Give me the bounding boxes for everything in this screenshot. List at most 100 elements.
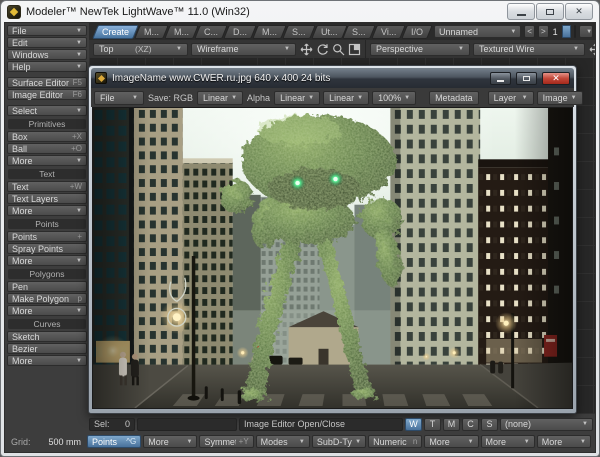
alpha-colorspace-dropdown[interactable]: Linear ▼ bbox=[274, 90, 321, 105]
tab-view[interactable]: Vi... bbox=[370, 24, 406, 39]
box-button[interactable]: Box +X bbox=[7, 131, 87, 142]
points-button[interactable]: Points + bbox=[7, 231, 87, 242]
menu-windows[interactable]: Windows ▼ bbox=[7, 49, 87, 60]
modeler-window: Modeler™ NewTek LightWave™ 11.0 (Win32) … bbox=[0, 0, 600, 457]
tab-modify[interactable]: M... bbox=[134, 24, 169, 39]
more-dropdown-2[interactable]: More ▼ bbox=[424, 435, 479, 448]
chevron-down-icon: ▼ bbox=[76, 207, 82, 214]
tab-map[interactable]: M... bbox=[252, 24, 287, 39]
preset-dropdown[interactable]: (none) ▼ bbox=[500, 417, 593, 431]
restore-button[interactable] bbox=[536, 3, 564, 20]
toggle-wireframe[interactable]: W bbox=[405, 417, 422, 431]
zoom-dropdown[interactable]: 100% ▼ bbox=[372, 90, 417, 105]
tab-detail[interactable]: D... bbox=[223, 24, 257, 39]
numeric-button[interactable]: Numeric n bbox=[368, 435, 423, 448]
zoom-icon[interactable] bbox=[331, 43, 345, 56]
chevron-down-icon: ▼ bbox=[76, 307, 82, 314]
toggle-s[interactable]: S bbox=[481, 417, 498, 431]
toggle-m[interactable]: M bbox=[443, 417, 460, 431]
polygons-more-dropdown[interactable]: More ▼ bbox=[7, 305, 87, 316]
tab-setup[interactable]: S... bbox=[282, 24, 316, 39]
points-more-dropdown[interactable]: More ▼ bbox=[7, 255, 87, 266]
display-colorspace-dropdown[interactable]: Linear ▼ bbox=[323, 90, 370, 105]
chevron-down-icon: ▼ bbox=[458, 46, 464, 52]
image-editor-button[interactable]: Image Editor F6 bbox=[7, 89, 87, 100]
pan-icon[interactable] bbox=[588, 43, 595, 56]
chevron-down-icon: ▼ bbox=[231, 94, 238, 101]
group-header-primitives: Primitives bbox=[8, 119, 86, 129]
right-render-mode-dropdown[interactable]: Textured Wire ▼ bbox=[473, 42, 585, 56]
chevron-down-icon: ▼ bbox=[357, 94, 364, 101]
toggle-t[interactable]: T bbox=[424, 417, 441, 431]
image-editor-restore-button[interactable] bbox=[516, 71, 537, 85]
primitives-more-dropdown[interactable]: More ▼ bbox=[7, 155, 87, 166]
pan-icon[interactable] bbox=[299, 43, 313, 56]
spray-points-button[interactable]: Spray Points bbox=[7, 243, 87, 254]
grid-size-indicator: Grid: 500 mm bbox=[11, 436, 81, 447]
close-button[interactable]: ✕ bbox=[565, 3, 593, 20]
curves-more-dropdown[interactable]: More ▼ bbox=[7, 355, 87, 366]
toggle-c[interactable]: C bbox=[462, 417, 479, 431]
chevron-down-icon: ▼ bbox=[523, 438, 530, 445]
more-dropdown-1[interactable]: More ▼ bbox=[143, 435, 198, 448]
minimize-button[interactable] bbox=[507, 3, 535, 20]
save-colorspace-dropdown[interactable]: Linear ▼ bbox=[197, 90, 244, 105]
text-button[interactable]: Text +W bbox=[7, 181, 87, 192]
prev-layer-button[interactable]: < bbox=[524, 25, 535, 38]
metadata-button[interactable]: Metadata bbox=[429, 90, 479, 105]
tab-utilities[interactable]: Ut... bbox=[310, 24, 347, 39]
chevron-down-icon: ▼ bbox=[586, 28, 593, 35]
symmetry-button[interactable]: Symmetry+Y bbox=[199, 435, 254, 448]
chevron-down-icon: ▼ bbox=[76, 63, 82, 70]
ball-button[interactable]: Ball +O bbox=[7, 143, 87, 154]
current-layer-chip[interactable] bbox=[561, 25, 572, 38]
pen-button[interactable]: Pen bbox=[7, 281, 87, 292]
left-view-type-dropdown[interactable]: Top (XZ) ▼ bbox=[93, 42, 188, 56]
selection-count-field: Sel: 0 bbox=[89, 417, 135, 431]
chevron-down-icon: ▼ bbox=[404, 94, 411, 101]
surface-editor-button[interactable]: Surface Editor F5 bbox=[7, 77, 87, 88]
layer-bank-dropdown[interactable]: ▼ bbox=[579, 25, 594, 38]
object-selector-dropdown[interactable]: Unnamed ▼ bbox=[433, 25, 522, 38]
chevron-down-icon: ▼ bbox=[582, 421, 588, 427]
tab-io[interactable]: I/O bbox=[401, 24, 433, 39]
text-layers-button[interactable]: Text Layers bbox=[7, 193, 87, 204]
menu-help[interactable]: Help ▼ bbox=[7, 61, 87, 72]
close-icon: ✕ bbox=[575, 6, 583, 16]
text-more-dropdown[interactable]: More ▼ bbox=[7, 205, 87, 216]
menu-file[interactable]: File ▼ bbox=[7, 25, 87, 36]
image-dropdown[interactable]: Image ▼ bbox=[536, 90, 583, 105]
sketch-button[interactable]: Sketch bbox=[7, 331, 87, 342]
viewport-toolbar-left: Top (XZ) ▼ Wireframe ▼ bbox=[89, 40, 365, 58]
more-dropdown-3[interactable]: More ▼ bbox=[480, 435, 535, 448]
tab-selection[interactable]: S... bbox=[342, 24, 376, 39]
image-preview bbox=[92, 107, 573, 409]
menu-edit[interactable]: Edit ▼ bbox=[7, 37, 87, 48]
chevron-down-icon: ▼ bbox=[76, 107, 82, 114]
rotate-icon[interactable] bbox=[315, 43, 329, 56]
file-menu-dropdown[interactable]: File ▼ bbox=[94, 90, 144, 105]
tab-create[interactable]: Create bbox=[92, 24, 139, 39]
right-view-type-dropdown[interactable]: Perspective ▼ bbox=[370, 42, 470, 56]
image-editor-close-button[interactable]: ✕ bbox=[542, 71, 570, 85]
restore-icon bbox=[546, 8, 554, 15]
make-polygon-button[interactable]: Make Polygon p bbox=[7, 293, 87, 304]
more-dropdown-4[interactable]: More ▼ bbox=[536, 435, 591, 448]
group-header-polygons: Polygons bbox=[8, 269, 86, 279]
maximize-viewport-icon[interactable] bbox=[347, 43, 361, 56]
layer-dropdown[interactable]: Layer ▼ bbox=[487, 90, 534, 105]
bezier-button[interactable]: Bezier bbox=[7, 343, 87, 354]
modes-dropdown[interactable]: Modes ▼ bbox=[255, 435, 310, 448]
image-editor-minimize-button[interactable] bbox=[490, 71, 511, 85]
subd-type-dropdown[interactable]: SubD-Type▼ bbox=[311, 435, 367, 448]
next-layer-button[interactable]: > bbox=[537, 25, 549, 38]
points-mode-button[interactable]: Points ^G bbox=[87, 435, 142, 448]
left-render-mode-dropdown[interactable]: Wireframe ▼ bbox=[191, 42, 296, 56]
tab-construct[interactable]: C... bbox=[194, 24, 228, 39]
layer-bank[interactable] bbox=[574, 25, 577, 38]
chevron-down-icon: ▼ bbox=[570, 94, 577, 101]
image-editor-titlebar[interactable]: ImageName www.CWER.ru.jpg 640 x 400 24 b… bbox=[91, 68, 574, 88]
group-header-points: Points bbox=[8, 219, 86, 229]
select-dropdown[interactable]: Select ▼ bbox=[7, 105, 87, 116]
tab-multiply[interactable]: M... bbox=[164, 24, 199, 39]
